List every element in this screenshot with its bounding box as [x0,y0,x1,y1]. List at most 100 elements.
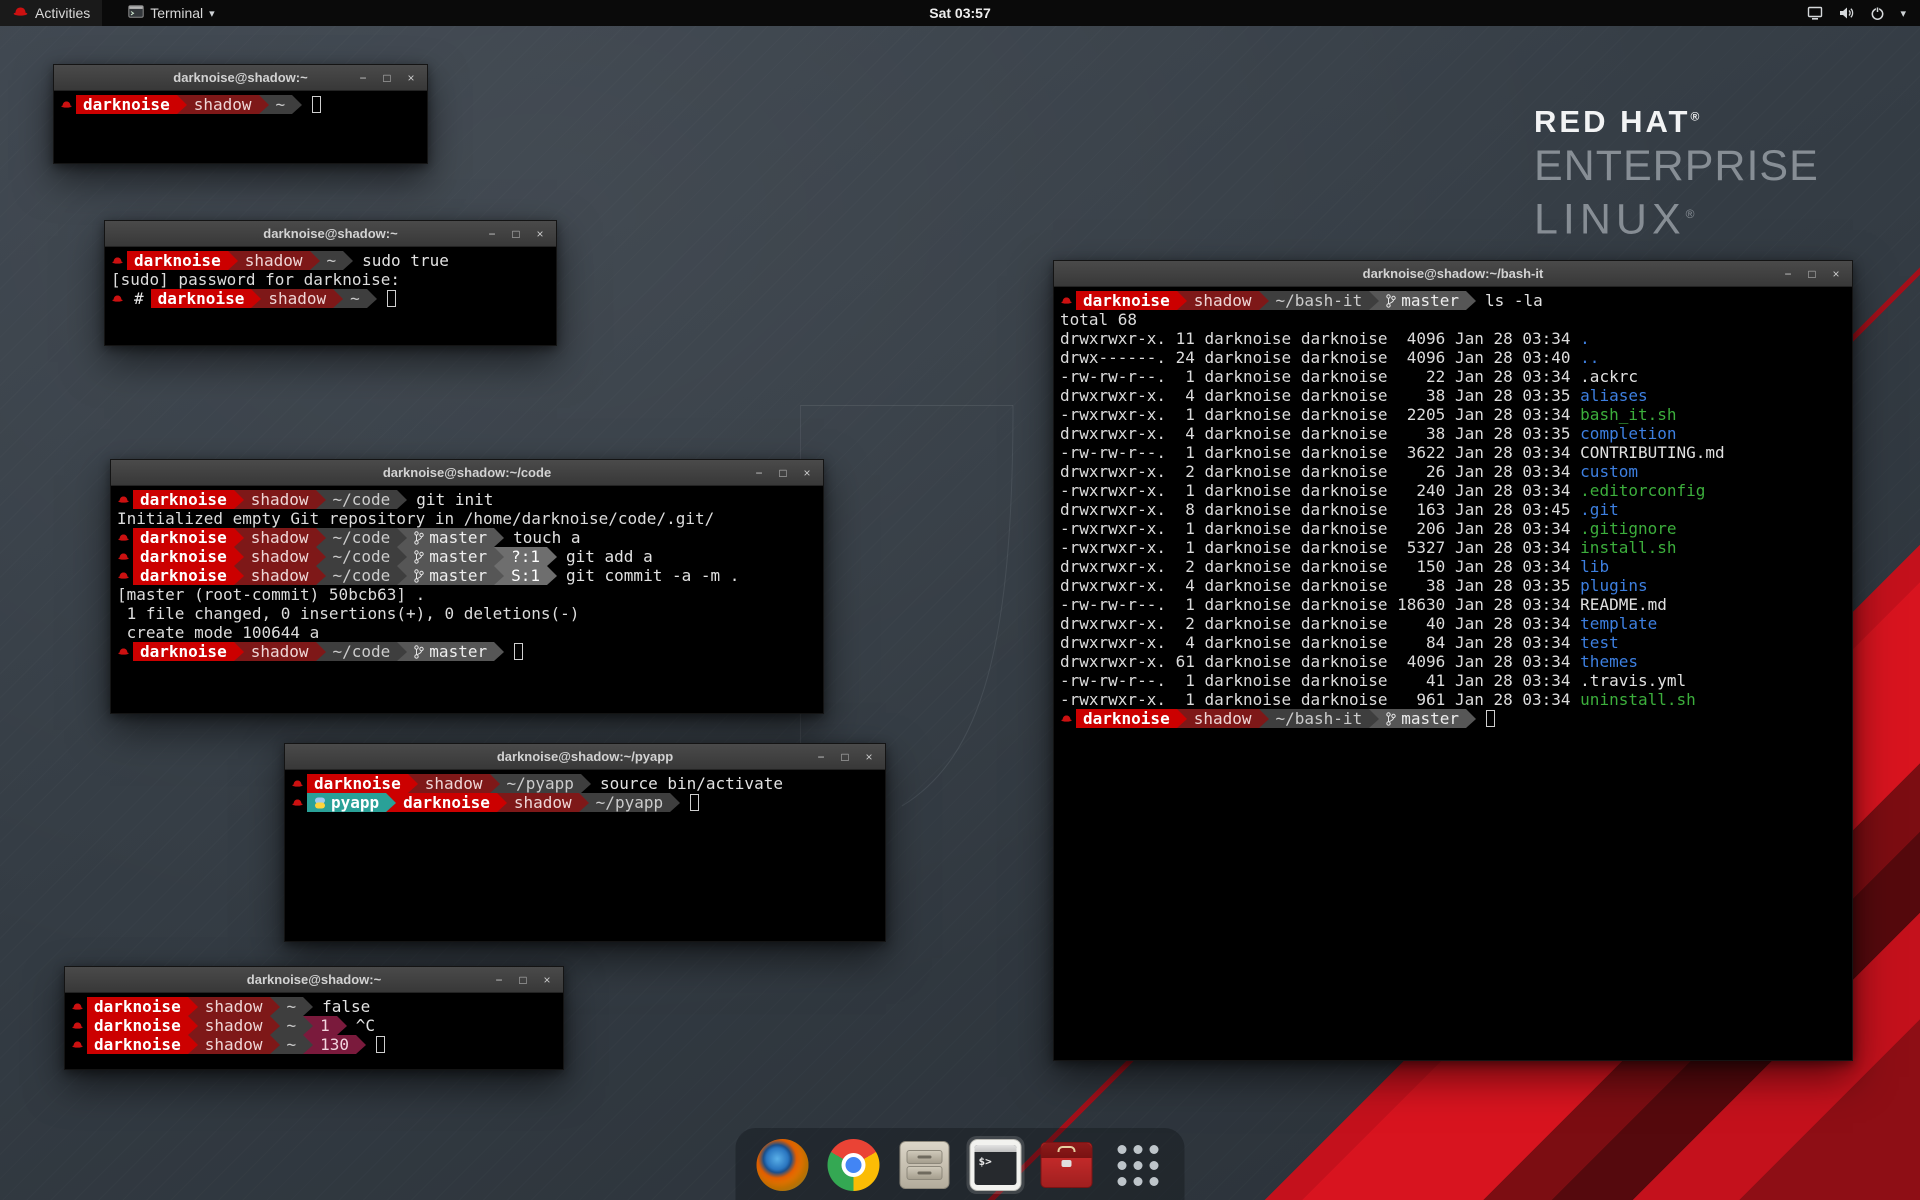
powerline-separator-icon [1369,709,1379,728]
prompt-segment-venv: pyapp [307,793,386,812]
file-name: .. [1580,348,1599,367]
terminal-prompt-line: darknoiseshadow~130 [71,1035,557,1054]
terminal-prompt-line: darknoiseshadow~/codemaster?:1git add a [117,547,817,566]
prompt-segment-host: shadow [507,793,579,812]
terminal-content[interactable]: darknoiseshadow~/pyappsource bin/activat… [285,770,885,816]
prompt-segment-user: darknoise [396,793,497,812]
window-close-button[interactable]: × [530,224,550,243]
window-close-button[interactable]: × [401,68,421,87]
output-text: [master (root-commit) 50bcb63] . [117,585,425,604]
window-minimize-button[interactable]: − [482,224,502,243]
terminal-window: darknoise@shadow:~/pyapp−□×darknoiseshad… [284,743,886,942]
window-maximize-button[interactable]: □ [1802,264,1822,283]
window-titlebar[interactable]: darknoise@shadow:~−□× [65,967,563,993]
file-name: . [1580,329,1590,348]
window-minimize-button[interactable]: − [353,68,373,87]
window-maximize-button[interactable]: □ [773,463,793,482]
terminal-output-line: drwxrwxr-x. 4 darknoise darknoise 38 Jan… [1060,576,1846,595]
terminal-content[interactable]: darknoiseshadow~ [54,91,427,118]
window-close-button[interactable]: × [537,970,557,989]
prompt-segment-text: shadow [251,528,309,547]
output-text: -rwxrwxr-x. 1 darknoise darknoise 206 Ja… [1060,519,1580,538]
powerline-separator-icon [386,793,396,812]
file-name: custom [1580,462,1638,481]
powerline-separator-icon [670,793,680,812]
window-titlebar[interactable]: darknoise@shadow:~/pyapp−□× [285,744,885,770]
prompt-segment-host: shadow [198,997,270,1016]
prompt-segment-text: ?:1 [511,547,540,566]
redhat-prompt-icon [117,642,133,661]
command-text: git commit -a -m . [566,566,739,585]
terminal-icon[interactable]: $> [967,1136,1025,1194]
command-text: git add a [566,547,653,566]
prompt-segment-text: darknoise [314,774,401,793]
window-maximize-button[interactable]: □ [835,747,855,766]
file-name: uninstall.sh [1580,690,1696,709]
prompt-segment-text: shadow [425,774,483,793]
app-grid-icon[interactable] [1109,1136,1167,1194]
dock: $> [736,1128,1185,1200]
chrome-icon-art [828,1139,880,1191]
files-icon[interactable] [896,1136,954,1194]
output-text: -rw-rw-r--. 1 darknoise darknoise 22 Jan… [1060,367,1580,386]
firefox-icon[interactable] [754,1136,812,1194]
terminal-prompt-line: #darknoiseshadow~ [111,289,550,308]
prompt-segment-plain: # [127,289,151,308]
window-maximize-button[interactable]: □ [506,224,526,243]
prompt-segment-text: master [429,547,487,566]
output-text: [sudo] password for darknoise: [111,270,400,289]
display-icon[interactable] [1807,6,1823,21]
prompt-segment-text: master [429,566,487,585]
file-name: README.md [1580,595,1667,614]
activities-button[interactable]: Activities [0,0,102,26]
prompt-segment-user: darknoise [87,997,188,1016]
terminal-icon-art: $> [970,1139,1022,1191]
window-titlebar[interactable]: darknoise@shadow:~/bash-it−□× [1054,261,1852,287]
output-text: total 68 [1060,310,1137,329]
prompt-segment-text: # [134,289,144,308]
terminal-output-line: -rw-rw-r--. 1 darknoise darknoise 22 Jan… [1060,367,1846,386]
terminal-output-line: -rw-rw-r--. 1 darknoise darknoise 3622 J… [1060,443,1846,462]
prompt-segment-host: shadow [244,642,316,661]
prompt-segment-text: ~ [276,95,286,114]
powerline-separator-icon [408,774,418,793]
window-titlebar[interactable]: darknoise@shadow:~−□× [54,65,427,91]
terminal-content[interactable]: darknoiseshadow~falsedarknoiseshadow~1^C… [65,993,563,1058]
power-icon[interactable] [1870,6,1885,21]
window-maximize-button[interactable]: □ [513,970,533,989]
terminal-output-line: -rwxrwxr-x. 1 darknoise darknoise 5327 J… [1060,538,1846,557]
terminal-content[interactable]: darknoiseshadow~sudo true[sudo] password… [105,247,556,312]
output-text: drwxrwxr-x. 8 darknoise darknoise 163 Ja… [1060,500,1580,519]
window-close-button[interactable]: × [797,463,817,482]
window-minimize-button[interactable]: − [811,747,831,766]
window-minimize-button[interactable]: − [1778,264,1798,283]
window-close-button[interactable]: × [1826,264,1846,283]
prompt-segment-path: ~/pyapp [589,793,670,812]
command-text: sudo true [362,251,449,270]
output-text: drwxrwxr-x. 61 darknoise darknoise 4096 … [1060,652,1580,671]
window-minimize-button[interactable]: − [749,463,769,482]
terminal-window: darknoise@shadow:~/code−□×darknoiseshado… [110,459,824,714]
chrome-icon[interactable] [825,1136,883,1194]
volume-icon[interactable] [1838,6,1855,20]
terminal-content[interactable]: darknoiseshadow~/bash-itmasterls -latota… [1054,287,1852,732]
prompt-segment-text: ~/pyapp [507,774,574,793]
software-icon-art [1041,1142,1093,1188]
clock[interactable]: Sat 03:57 [929,5,990,21]
software-icon[interactable] [1038,1136,1096,1194]
prompt-segment-text: shadow [251,490,309,509]
window-titlebar[interactable]: darknoise@shadow:~/code−□× [111,460,823,486]
window-titlebar[interactable]: darknoise@shadow:~−□× [105,221,556,247]
window-close-button[interactable]: × [859,747,879,766]
app-menu-terminal[interactable]: Terminal ▾ [116,0,226,26]
prompt-segment-text: darknoise [94,997,181,1016]
caret-down-icon[interactable]: ▾ [1900,7,1906,20]
prompt-segment-path: ~ [269,95,293,114]
prompt-segment-text: master [429,528,487,547]
powerline-separator-icon [337,1016,347,1035]
output-text: drwxrwxr-x. 2 darknoise darknoise 150 Ja… [1060,557,1580,576]
window-minimize-button[interactable]: − [489,970,509,989]
terminal-content[interactable]: darknoiseshadow~/codegit initInitialized… [111,486,823,665]
window-maximize-button[interactable]: □ [377,68,397,87]
output-text: Initialized empty Git repository in /hom… [117,509,714,528]
